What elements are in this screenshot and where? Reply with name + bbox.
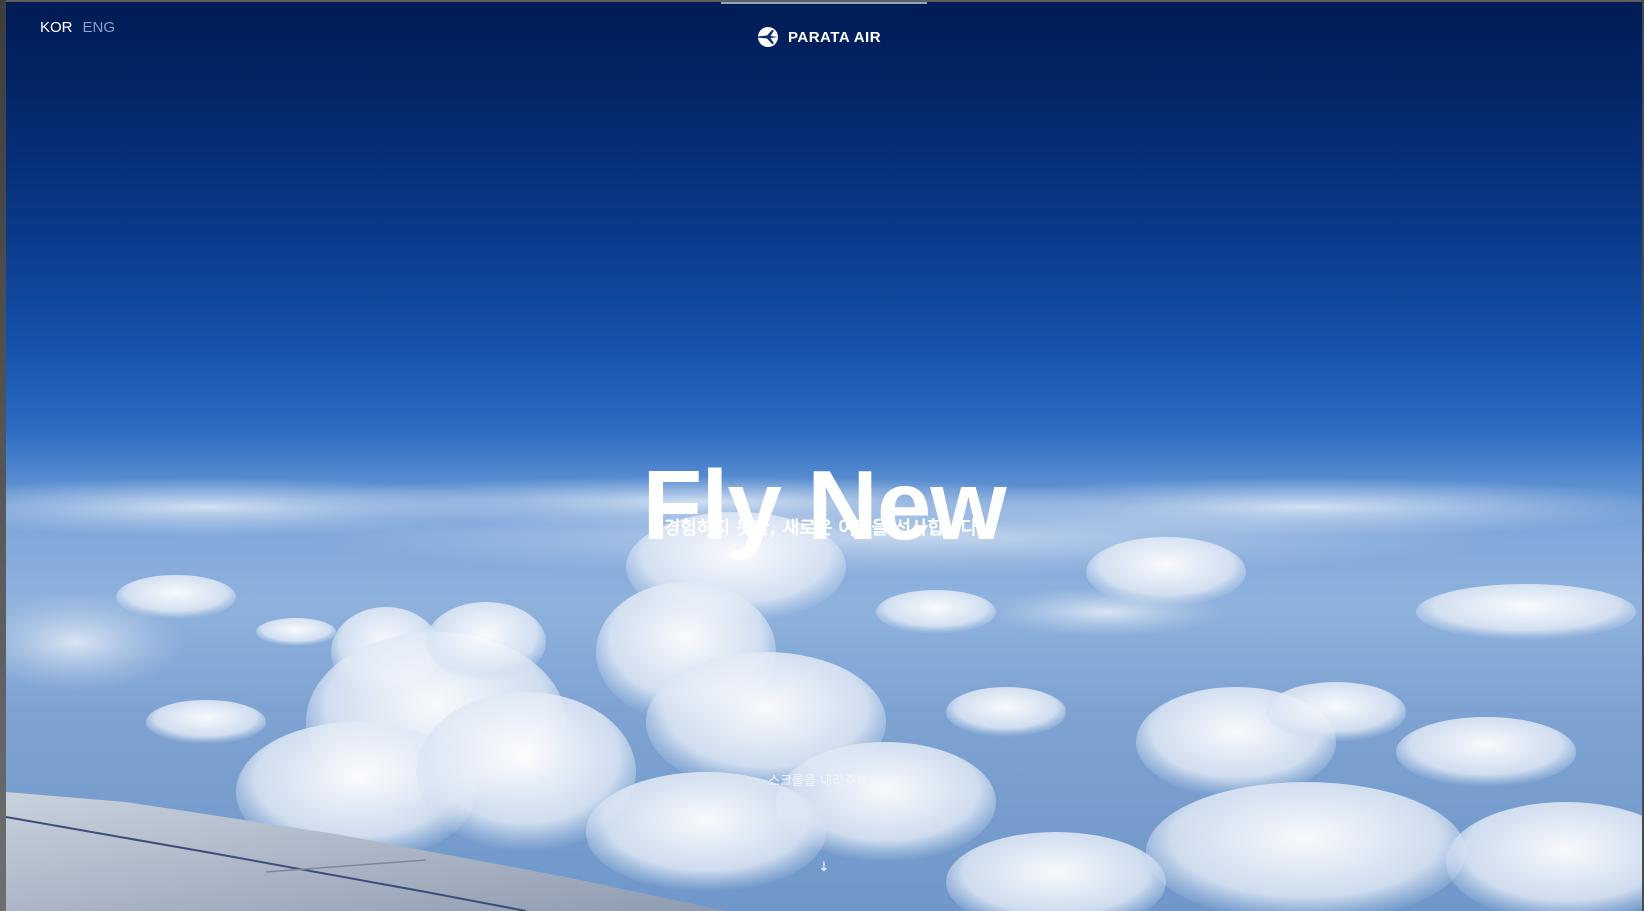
brand-name: PARATA AIR <box>788 28 882 46</box>
hero-subtitle: 경험하지 못한, 새로운 여정을 선사합니다. <box>663 518 985 539</box>
arrow-down-icon[interactable]: ↓ <box>816 860 832 875</box>
hero-section: KOR ENG PARATA AIR Fly New 경험하지 못한, 새로운 … <box>6 2 1642 911</box>
airplane-globe-icon <box>757 27 778 47</box>
language-switcher: KOR ENG <box>40 19 115 36</box>
scroll-hint-text: 스크롤을 내려주세요 <box>768 774 880 789</box>
lang-option-eng[interactable]: ENG <box>83 19 116 36</box>
lang-option-kor[interactable]: KOR <box>40 19 73 36</box>
top-loading-bar <box>721 2 927 4</box>
brand-logo[interactable]: PARATA AIR <box>756 25 881 49</box>
